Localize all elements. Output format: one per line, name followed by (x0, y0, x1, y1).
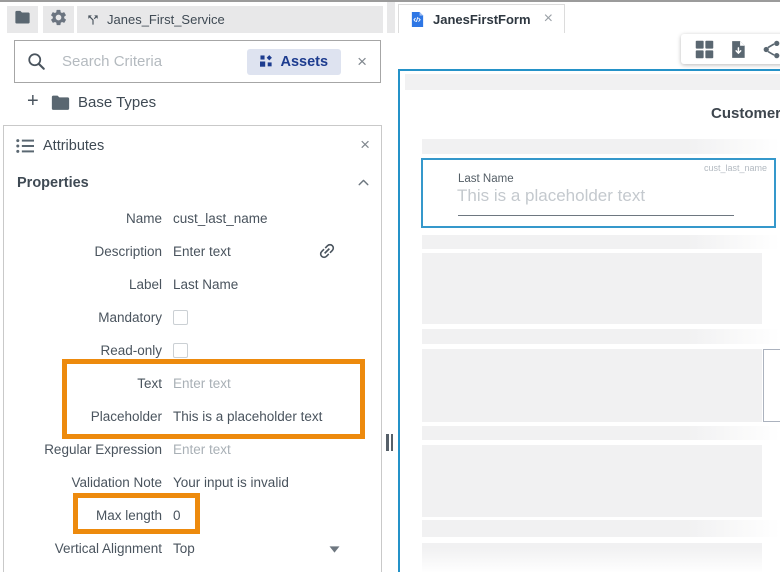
assets-label: Assets (281, 54, 329, 70)
property-label: Max length (4, 508, 162, 523)
field-underline (458, 215, 734, 216)
property-label: Read-only (4, 343, 162, 358)
validation-note-field[interactable]: Your input is invalid (173, 475, 289, 490)
properties-list: Name cust_last_name Description Enter te… (4, 202, 381, 565)
property-label: Vertical Alignment (4, 541, 162, 556)
side-panel-edge (763, 349, 780, 422)
property-row-max-length: Max length 0 (4, 499, 381, 532)
form-placeholder-block[interactable] (422, 349, 762, 422)
form-placeholder-strip (405, 74, 780, 90)
folder-icon (13, 8, 32, 32)
clear-search-icon[interactable]: × (357, 53, 367, 70)
field-technical-name: cust_last_name (704, 163, 767, 173)
property-label: Validation Note (4, 475, 162, 490)
service-tab[interactable]: Janes_First_Service (77, 6, 383, 33)
property-label: Description (4, 244, 162, 259)
field-label: Last Name (458, 173, 514, 185)
name-field[interactable]: cust_last_name (173, 211, 268, 226)
link-icon[interactable] (313, 237, 341, 265)
assets-icon (260, 55, 273, 68)
toolbar-divider (387, 2, 395, 33)
form-placeholder-block[interactable] (422, 253, 762, 324)
label-field[interactable]: Last Name (173, 277, 238, 292)
form-spacer-bar (422, 235, 780, 249)
max-length-field[interactable]: 0 (173, 508, 181, 523)
attributes-title: Attributes (43, 138, 104, 154)
placeholder-field[interactable]: This is a placeholder text (173, 409, 322, 424)
property-row-mandatory: Mandatory (4, 301, 381, 334)
tab-title: JanesFirstForm (433, 12, 531, 27)
properties-section-header[interactable]: Properties (4, 166, 381, 200)
property-label: Text (4, 376, 162, 391)
property-row-readonly: Read-only (4, 334, 381, 367)
property-row-validation-note: Validation Note Your input is invalid (4, 466, 381, 499)
gear-icon (49, 8, 68, 32)
assets-filter-button[interactable]: Assets (247, 49, 342, 75)
settings-button[interactable] (43, 6, 74, 33)
description-field[interactable]: Enter text (173, 244, 231, 259)
property-row-name: Name cust_last_name (4, 202, 381, 235)
attributes-panel: Attributes × Properties Name cust_last_n… (3, 125, 382, 572)
search-input[interactable] (60, 52, 247, 71)
property-row-label: Label Last Name (4, 268, 381, 301)
form-placeholder-block[interactable] (422, 445, 762, 517)
property-row-description: Description Enter text (4, 235, 381, 268)
vertical-alignment-select[interactable]: Top (173, 541, 195, 556)
tree-item-base-types[interactable]: + Base Types (0, 90, 381, 116)
service-branch-icon (86, 13, 100, 27)
readonly-checkbox[interactable] (173, 343, 188, 358)
property-row-text: Text Enter text (4, 367, 381, 400)
property-label: Name (4, 211, 162, 226)
property-label: Placeholder (4, 409, 162, 424)
form-spacer-bar (422, 329, 780, 344)
field-placeholder-text: This is a placeholder text (457, 186, 645, 206)
form-spacer-bar (422, 139, 780, 154)
share-button[interactable] (761, 39, 780, 60)
search-icon (26, 51, 47, 72)
expand-plus-icon[interactable]: + (27, 91, 39, 111)
tab-janesfirstform[interactable]: JanesFirstForm × (398, 4, 565, 33)
regex-field[interactable]: Enter text (173, 442, 231, 457)
form-file-icon (410, 11, 425, 28)
selected-form-field[interactable]: cust_last_name Last Name This is a place… (421, 158, 776, 228)
app-window: Janes_First_Service Assets × + Base Type… (0, 0, 780, 572)
close-tab-icon[interactable]: × (544, 11, 553, 27)
folder-button[interactable] (7, 6, 38, 33)
canvas-toolbar (681, 34, 780, 64)
attributes-header: Attributes × (4, 126, 381, 166)
import-file-button[interactable] (728, 39, 748, 60)
property-row-regex: Regular Expression Enter text (4, 433, 381, 466)
form-title: Customer (711, 105, 780, 122)
form-spacer-bar (422, 520, 780, 537)
list-icon (15, 137, 35, 155)
panel-splitter-handle[interactable] (386, 434, 396, 451)
grid-view-button[interactable] (694, 39, 715, 60)
dropdown-caret-icon[interactable] (327, 542, 342, 560)
property-label: Regular Expression (4, 442, 162, 457)
properties-title: Properties (17, 175, 89, 191)
close-attributes-icon[interactable]: × (360, 136, 370, 153)
service-tab-label: Janes_First_Service (107, 12, 225, 27)
form-placeholder-block[interactable] (422, 543, 762, 572)
property-row-vertical-alignment: Vertical Alignment Top (4, 532, 381, 565)
search-panel: Assets × (14, 40, 381, 83)
form-spacer-bar (422, 426, 780, 440)
property-label: Label (4, 277, 162, 292)
folder-icon (50, 93, 71, 116)
property-label: Mandatory (4, 310, 162, 325)
text-field[interactable]: Enter text (173, 376, 231, 391)
property-row-placeholder: Placeholder This is a placeholder text (4, 400, 381, 433)
base-types-label: Base Types (78, 94, 156, 111)
chevron-up-icon[interactable] (355, 174, 372, 196)
mandatory-checkbox[interactable] (173, 310, 188, 325)
